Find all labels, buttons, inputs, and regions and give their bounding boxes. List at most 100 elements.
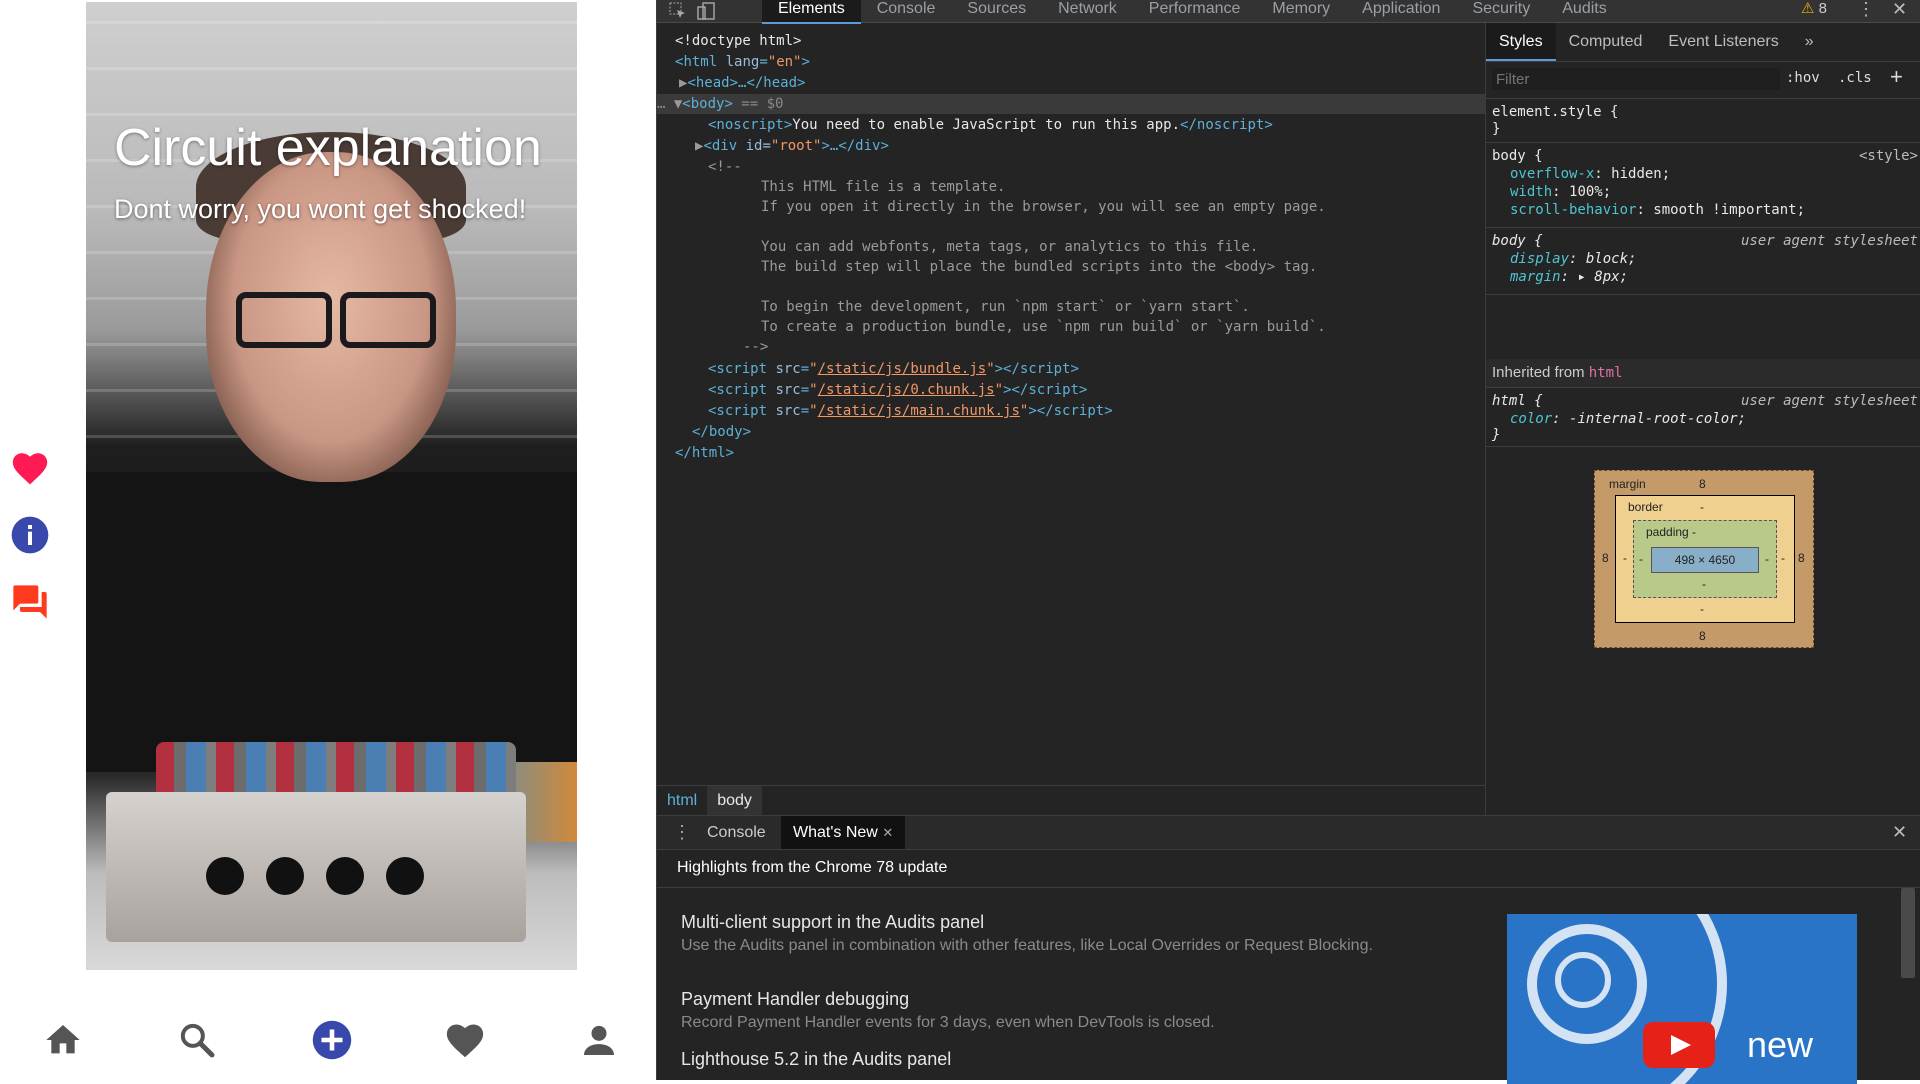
dom-head-node[interactable]: ▶<head>…</head> [679,73,805,93]
drawer-menu-icon[interactable]: ⋮ [673,822,691,843]
rule-source-link[interactable]: <style> [1859,147,1918,165]
profile-icon[interactable] [577,1018,621,1062]
new-style-rule-button[interactable]: + [1890,64,1903,90]
tab-audits[interactable]: Audits [1546,0,1622,22]
box-model-margin-top[interactable]: 8 [1699,477,1706,491]
customize-menu-icon[interactable]: ⋮ [1857,0,1875,18]
dom-noscript-node[interactable]: <noscript>You need to enable JavaScript … [708,115,1273,135]
drawer-tab-console[interactable]: Console [695,816,778,849]
box-model-padding-right[interactable]: - [1765,552,1769,566]
close-devtools-icon[interactable]: ✕ [1892,0,1907,19]
tab-computed[interactable]: Computed [1556,23,1656,61]
home-icon[interactable] [41,1018,85,1062]
tab-memory[interactable]: Memory [1256,0,1346,22]
whats-new-item-title[interactable]: Multi-client support in the Audits panel [681,912,984,933]
breadcrumb-html[interactable]: html [657,786,707,816]
body-style-rule: body { <style> overflow-x: hidden; width… [1486,143,1920,228]
inherited-from-link[interactable]: html [1589,365,1623,381]
dom-comment-line: The build step will place the bundled sc… [761,259,1318,275]
dom-comment-open[interactable]: <!-- [708,157,742,177]
more-tabs-icon[interactable]: » [1792,23,1827,61]
close-drawer-icon[interactable]: ✕ [1892,822,1907,843]
whats-new-heading: Highlights from the Chrome 78 update [657,849,1920,888]
drawer-tab-whats-new[interactable]: What's New ✕ [781,816,906,849]
tab-event-listeners[interactable]: Event Listeners [1655,23,1791,61]
search-icon[interactable] [175,1018,219,1062]
box-model-padding-bottom[interactable]: - [1702,577,1706,591]
tab-sources[interactable]: Sources [951,0,1042,22]
dom-html-close[interactable]: </html> [675,443,734,463]
warnings-counter[interactable]: ⚠ 8 [1801,0,1827,18]
box-model-margin-left[interactable]: 8 [1602,551,1609,565]
device-toolbar-icon[interactable] [697,2,715,20]
heart-icon[interactable] [10,448,50,488]
rule-selector[interactable]: body { [1492,147,1543,165]
dom-root-div[interactable]: ▶<div id="root">…</div> [695,136,889,156]
tab-console[interactable]: Console [861,0,952,22]
video-presenter-shirt [86,472,577,772]
dom-body-close[interactable]: </body> [692,422,751,442]
css-property[interactable]: overflow-x: hidden; [1510,165,1670,183]
script-src-link[interactable]: /static/js/bundle.js [818,361,987,377]
box-model-border-label: border [1628,500,1663,514]
element-style-selector[interactable]: element.style { [1492,103,1618,121]
mobile-app-panel: Circuit explanation Dont worry, you wont… [0,0,655,1080]
info-icon[interactable] [10,515,50,555]
inherited-label: Inherited from [1492,364,1585,381]
css-property[interactable]: width: 100%; [1510,183,1611,201]
dom-script-node[interactable]: <script src="/static/js/main.chunk.js"><… [708,401,1113,421]
box-model-margin[interactable]: margin 8 8 8 8 border - - - - padding - … [1594,470,1814,648]
styles-filter-input[interactable] [1492,68,1780,90]
hover-state-button[interactable]: :hov [1786,70,1820,86]
dom-comment-close: --> [743,339,769,355]
box-model-margin-bottom[interactable]: 8 [1699,629,1706,643]
comments-icon[interactable] [10,582,50,622]
box-model-border-bottom[interactable]: - [1700,602,1704,616]
video-pedal-box [106,792,526,942]
class-toggle-button[interactable]: .cls [1838,70,1872,86]
whats-new-item-title[interactable]: Payment Handler debugging [681,989,909,1010]
video-presenter-glasses [236,292,436,348]
styles-subtabs: Styles Computed Event Listeners » [1486,23,1920,62]
tab-network[interactable]: Network [1042,0,1133,22]
tab-styles[interactable]: Styles [1486,23,1556,61]
whats-new-item-title[interactable]: Lighthouse 5.2 in the Audits panel [681,1049,951,1070]
tab-performance[interactable]: Performance [1133,0,1257,22]
box-model-border[interactable]: border - - - - padding - - - - 498 × 465… [1615,495,1795,623]
drawer-scrollbar[interactable] [1901,888,1915,978]
dom-html-open[interactable]: <html lang="en"> [675,52,810,72]
dom-script-node[interactable]: <script src="/static/js/0.chunk.js"></sc… [708,380,1087,400]
tab-application[interactable]: Application [1346,0,1456,22]
rule-source: user agent stylesheet [1740,233,1918,249]
box-model-border-right[interactable]: - [1781,551,1785,565]
dom-doctype[interactable]: <!doctype html> [675,31,801,51]
box-model-padding[interactable]: padding - - - - 498 × 4650 [1633,520,1777,598]
inspect-element-icon[interactable] [669,2,687,20]
box-model-content[interactable]: 498 × 4650 [1651,547,1759,573]
inherited-section-header: Inherited from html [1486,359,1920,388]
box-model-margin-right[interactable]: 8 [1798,551,1805,565]
tab-elements[interactable]: Elements [762,0,861,24]
promo-text: new [1747,1024,1814,1065]
bottom-nav-bar [0,1000,655,1080]
css-property: margin: ▸ 8px; [1510,269,1629,285]
whats-new-item-desc: Use the Audits panel in combination with… [681,937,1373,954]
breadcrumb-body[interactable]: body [707,786,762,816]
youtube-play-icon[interactable] [1643,1022,1715,1068]
favorites-heart-icon[interactable] [443,1018,487,1062]
rule-selector: body { [1492,233,1543,249]
script-src-link[interactable]: /static/js/main.chunk.js [818,403,1020,419]
close-tab-icon[interactable]: ✕ [882,825,893,840]
script-src-link[interactable]: /static/js/0.chunk.js [818,382,995,398]
devtools-panel: Elements Console Sources Network Perform… [656,0,1920,1084]
box-model-border-left[interactable]: - [1623,551,1627,565]
tab-security[interactable]: Security [1456,0,1546,22]
add-icon[interactable] [310,1018,354,1062]
box-model-padding-left[interactable]: - [1639,552,1643,566]
whats-new-video-thumbnail[interactable]: new [1507,914,1857,1084]
css-property[interactable]: scroll-behavior: smooth !important; [1510,201,1805,219]
box-model-border-value[interactable]: - [1700,500,1704,514]
devtools-toolbar: Elements Console Sources Network Perform… [657,0,1920,24]
dom-body-node[interactable]: … ▼<body> == $0 [657,94,1485,114]
dom-script-node[interactable]: <script src="/static/js/bundle.js"></scr… [708,359,1079,379]
